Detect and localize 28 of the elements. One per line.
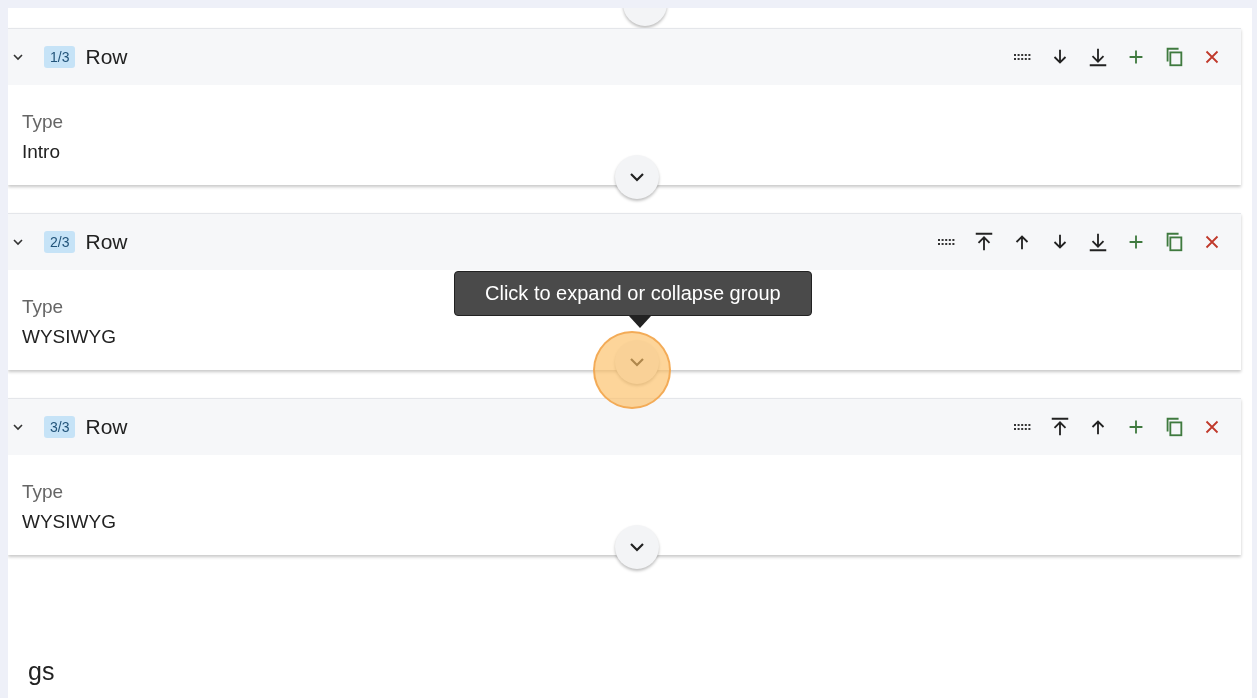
toggle-button[interactable] xyxy=(615,525,659,569)
chevron-icon[interactable] xyxy=(12,51,24,63)
toggle-button[interactable] xyxy=(615,340,659,384)
arrow-down-to-line-icon xyxy=(1087,46,1109,68)
field-value: Intro xyxy=(22,140,61,164)
chevron-icon[interactable] xyxy=(12,421,24,433)
group-title: Row xyxy=(85,45,128,69)
arrow-up-to-line-icon xyxy=(1049,416,1071,438)
field-value: WYSIWYG xyxy=(22,325,116,349)
drag-handle-icon xyxy=(937,239,955,245)
tooltip: Click to expand or collapse group xyxy=(454,271,812,316)
arrow-up-to-line-icon xyxy=(973,231,995,253)
index-badge: 3/3 xyxy=(44,416,76,438)
drag-handle-icon xyxy=(1013,54,1031,60)
group-title: Row xyxy=(85,230,128,254)
tooltip-pointer xyxy=(629,316,651,328)
field-label: Type xyxy=(22,295,64,319)
toggle-button[interactable] xyxy=(615,155,659,199)
arrow-down-to-line-icon xyxy=(1087,231,1109,253)
group-title: Row xyxy=(85,415,128,439)
field-value: WYSIWYG xyxy=(22,510,116,534)
chevron-icon[interactable] xyxy=(12,236,24,248)
index-badge: 2/3 xyxy=(44,231,76,253)
drag-handle-icon xyxy=(1013,424,1031,430)
section-heading: gs xyxy=(27,657,56,686)
index-badge: 1/3 xyxy=(44,46,76,68)
field-label: Type xyxy=(22,480,64,504)
field-label: Type xyxy=(22,110,64,134)
